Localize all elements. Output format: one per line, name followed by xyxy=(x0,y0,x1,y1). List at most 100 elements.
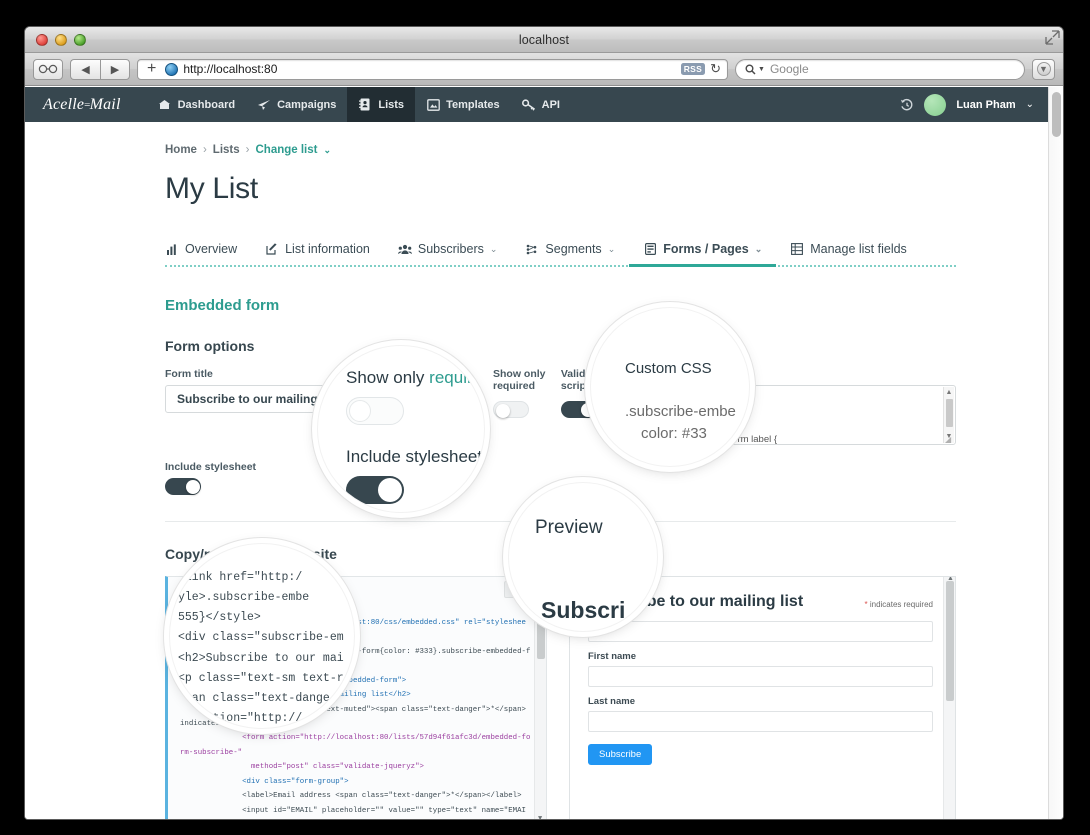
image-icon xyxy=(426,98,440,112)
segments-icon xyxy=(525,242,539,256)
toggle-knob xyxy=(186,480,200,494)
nav-item-dashboard[interactable]: Dashboard xyxy=(147,87,246,122)
user-name-label: Luan Pham xyxy=(956,99,1015,111)
search-bar[interactable]: ▼ Google xyxy=(735,59,1025,80)
scrollbar-thumb[interactable] xyxy=(1052,92,1061,137)
breadcrumb: Home › Lists › Change list ⌄ xyxy=(165,144,956,156)
list-tabs: Overview List information Subscribers xyxy=(165,236,956,267)
nav-back-forward-group: ◀ ▶ xyxy=(70,59,130,80)
tab-label: Manage list fields xyxy=(810,242,907,256)
tab-label: Segments xyxy=(545,242,601,256)
show-only-required-toggle[interactable] xyxy=(493,401,529,418)
code-line: <form action="http://localhost:80/lists/… xyxy=(180,734,530,756)
preview-scrollbar[interactable]: ▲ ▼ xyxy=(943,577,955,819)
page-scrollbar[interactable] xyxy=(1048,87,1063,819)
scrollbar-thumb[interactable] xyxy=(946,581,954,701)
breadcrumb-change-list[interactable]: Change list xyxy=(255,144,317,156)
address-bar-url: http://localhost:80 xyxy=(183,62,675,76)
nav-label: API xyxy=(542,99,560,111)
scroll-down-arrow-icon[interactable]: ▼ xyxy=(538,813,542,819)
chevron-down-icon[interactable]: ⌄ xyxy=(1026,99,1034,110)
breadcrumb-lists[interactable]: Lists xyxy=(213,144,240,156)
tab-forms-pages[interactable]: Forms / Pages ⌄ xyxy=(629,236,776,267)
page-title: My List xyxy=(165,172,956,206)
edit-square-icon xyxy=(265,242,279,256)
bar-chart-icon xyxy=(165,242,179,256)
nav-label: Templates xyxy=(446,99,500,111)
required-note-text: indicates required xyxy=(870,600,933,609)
chevron-down-icon[interactable]: ⌄ xyxy=(490,244,498,255)
window-title: localhost xyxy=(25,33,1063,47)
lens-include-stylesheet-toggle[interactable] xyxy=(346,476,404,504)
preview-last-name-input[interactable] xyxy=(588,711,933,732)
search-input-placeholder: Google xyxy=(770,62,809,76)
rss-button[interactable]: RSS xyxy=(681,63,705,75)
nav-item-templates[interactable]: Templates xyxy=(415,87,511,122)
key-icon xyxy=(522,98,536,112)
history-clock-icon[interactable] xyxy=(900,98,914,112)
resize-corner-icon[interactable] xyxy=(1045,30,1060,45)
scrollbar-thumb[interactable] xyxy=(946,399,953,427)
navbar-right-group: Luan Pham ⌄ xyxy=(900,87,1048,122)
magnifier-icon xyxy=(745,64,756,75)
preview-subscribe-button[interactable]: Subscribe xyxy=(588,744,652,765)
search-scope-caret-icon[interactable]: ▼ xyxy=(758,66,765,73)
breadcrumb-separator: › xyxy=(203,144,207,156)
reload-icon[interactable]: ↻ xyxy=(710,61,723,77)
breadcrumb-separator: › xyxy=(246,144,250,156)
table-icon xyxy=(790,242,804,256)
app-logo[interactable]: Acelle=Mail xyxy=(43,87,147,122)
breadcrumb-home[interactable]: Home xyxy=(165,144,197,156)
download-arrow-icon: ▼ xyxy=(1037,62,1051,76)
nav-item-campaigns[interactable]: Campaigns xyxy=(246,87,347,122)
home-icon xyxy=(158,98,172,112)
toggle-knob xyxy=(496,404,510,418)
address-bar[interactable]: + http://localhost:80 RSS ↻ xyxy=(137,59,728,80)
lens-custom-css-line2: color: #33 xyxy=(625,425,736,442)
preview-first-name-label: First name xyxy=(588,651,933,662)
code-line: method="post" class="validate-jqueryz"> xyxy=(242,763,424,771)
form-options-row: Form title Subscribe to our mailing list… xyxy=(165,368,956,445)
preview-email-input[interactable] xyxy=(588,621,933,642)
app-navbar: Acelle=Mail Dashboard Campaigns Lists xyxy=(25,87,1048,122)
lens-content: Preview Subscri xyxy=(535,517,625,624)
tab-manage-list-fields[interactable]: Manage list fields xyxy=(776,236,921,267)
chevron-down-icon[interactable]: ⌄ xyxy=(608,244,616,255)
avatar[interactable] xyxy=(924,94,946,116)
paper-plane-icon xyxy=(257,98,271,112)
textarea-resize-grip-icon[interactable]: ◢ xyxy=(945,434,954,443)
lens-preview-heading-fragment: Subscri xyxy=(541,597,625,624)
tab-list-information[interactable]: List information xyxy=(251,236,384,267)
tab-overview[interactable]: Overview xyxy=(165,236,251,267)
back-button[interactable]: ◀ xyxy=(70,59,100,80)
chevron-down-icon[interactable]: ⌄ xyxy=(755,244,763,255)
lens-show-only-required-toggle[interactable] xyxy=(346,397,404,425)
lens-code-line: <link href="http:/ xyxy=(178,568,344,588)
tab-subscribers[interactable]: Subscribers ⌄ xyxy=(384,236,512,267)
magnifier-lens-embed-code: <link href="http:/ yle>.subscribe-embe 5… xyxy=(169,543,355,729)
nav-item-lists[interactable]: Lists xyxy=(347,87,415,122)
lens-content: Custom CSS .subscribe-embe color: #33 xyxy=(625,360,736,442)
address-book-icon xyxy=(358,98,372,112)
lens-code-line: rm action="http:// xyxy=(178,709,344,729)
form-options-title: Form options xyxy=(165,338,956,354)
show-only-required-label: Show only required xyxy=(493,368,561,392)
toggle-knob xyxy=(378,478,402,502)
include-stylesheet-toggle[interactable] xyxy=(165,478,201,495)
chevron-down-icon[interactable]: ⌄ xyxy=(323,145,331,156)
nav-item-api[interactable]: API xyxy=(511,87,571,122)
forward-button[interactable]: ▶ xyxy=(100,59,130,80)
tab-segments[interactable]: Segments ⌄ xyxy=(511,236,629,267)
downloads-button[interactable]: ▼ xyxy=(1032,59,1055,80)
preview-first-name-input[interactable] xyxy=(588,666,933,687)
lens-code-line: <div class="subscribe-em xyxy=(178,628,344,648)
code-line: <div class="form-group"> xyxy=(242,778,348,786)
lens-content: <link href="http:/ yle>.subscribe-embe 5… xyxy=(178,568,344,729)
users-icon xyxy=(398,242,412,256)
lens-code-line: <p class="text-sm text-r xyxy=(178,669,344,689)
code-line: <label>Email address <span class="text-d… xyxy=(242,792,521,800)
reader-glasses-icon[interactable] xyxy=(33,59,63,80)
nav-label: Lists xyxy=(378,99,404,111)
new-tab-button[interactable]: + xyxy=(143,61,160,77)
scroll-up-arrow-icon[interactable]: ▲ xyxy=(946,388,953,398)
